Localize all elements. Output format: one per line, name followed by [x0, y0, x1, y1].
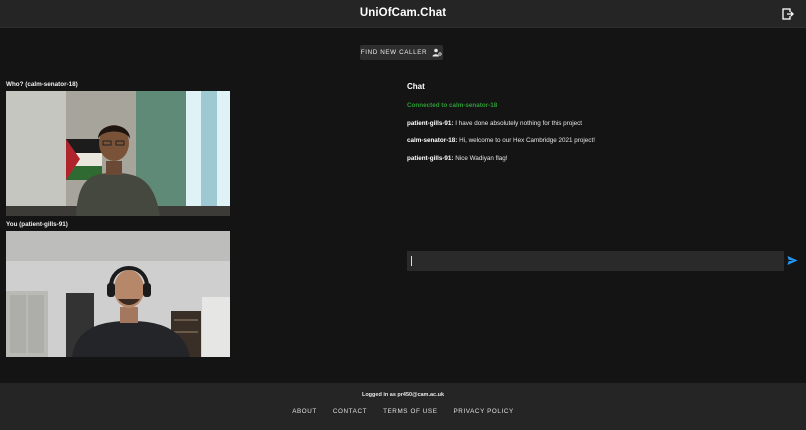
person-search-icon	[432, 48, 442, 57]
connection-status: Connected to calm-senator-18	[407, 102, 498, 109]
find-new-caller-button[interactable]: FIND NEW CALLER	[360, 45, 443, 60]
footer-link-about[interactable]: ABOUT	[292, 408, 317, 415]
message-sender: patient-gills-91:	[407, 120, 454, 127]
logout-icon[interactable]	[782, 8, 794, 20]
footer-link-contact[interactable]: CONTACT	[333, 408, 367, 415]
chat-title: Chat	[407, 82, 425, 91]
remote-video-label: Who? (calm-senator-18)	[6, 81, 78, 88]
message-sender: calm-senator-18:	[407, 137, 458, 144]
local-video	[6, 231, 230, 357]
chat-input[interactable]	[407, 251, 784, 271]
message-text: Nice Wadiyan flag!	[453, 155, 508, 162]
footer-links: ABOUT CONTACT TERMS OF USE PRIVACY POLIC…	[0, 408, 806, 415]
logged-in-text: Logged in as pr450@cam.ac.uk	[361, 392, 445, 398]
remote-video	[6, 91, 230, 216]
message-text: Hi, welcome to our Hex Cambridge 2021 pr…	[457, 137, 595, 144]
footer: Logged in as pr450@cam.ac.uk ABOUT CONTA…	[0, 383, 806, 430]
app-title: UniOfCam.Chat	[359, 7, 447, 19]
message-sender: patient-gills-91:	[407, 155, 454, 162]
footer-link-privacy[interactable]: PRIVACY POLICY	[454, 408, 514, 415]
send-icon[interactable]	[787, 255, 798, 266]
message-text: I have done absolutely nothing for this …	[453, 120, 583, 127]
find-new-caller-label: FIND NEW CALLER	[360, 49, 428, 56]
footer-link-terms[interactable]: TERMS OF USE	[383, 408, 437, 415]
chat-message: calm-senator-18: Hi, welcome to our Hex …	[407, 137, 595, 144]
chat-message: patient-gills-91: Nice Wadiyan flag!	[407, 155, 508, 162]
text-caret	[411, 256, 412, 266]
chat-message: patient-gills-91: I have done absolutely…	[407, 120, 582, 127]
app-header: UniOfCam.Chat	[0, 0, 806, 28]
local-video-label: You (patient-gills-91)	[6, 221, 68, 228]
